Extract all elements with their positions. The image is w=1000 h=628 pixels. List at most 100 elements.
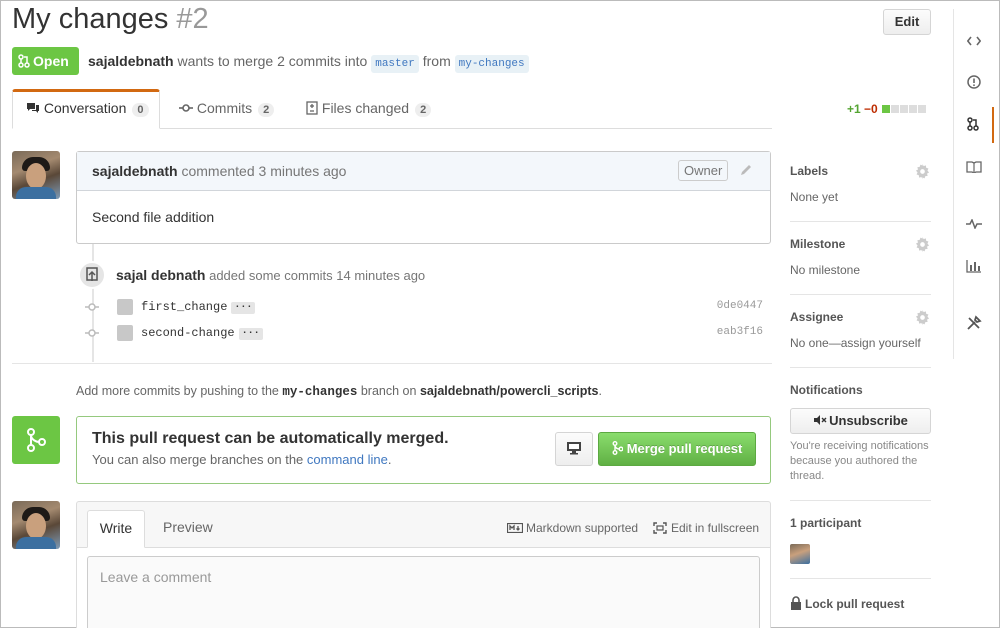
gear-icon[interactable] — [915, 237, 930, 252]
timeline-divider — [12, 363, 772, 364]
labels-value: None yet — [790, 190, 839, 204]
diffstat-block — [891, 105, 900, 113]
merge-pull-request-button[interactable]: Merge pull request — [598, 432, 756, 466]
diffstat: +1 −0 — [847, 102, 927, 116]
lock-pull-request-link[interactable]: Lock pull request — [790, 596, 904, 611]
unsubscribe-label: Unsubscribe — [829, 413, 908, 428]
code-icon — [966, 36, 982, 46]
pulse-icon — [966, 218, 982, 230]
author-link[interactable]: sajaldebnath — [88, 53, 174, 69]
nav-issues[interactable] — [954, 65, 994, 101]
new-comment-box: Write Preview Markdown supported Edit in… — [76, 501, 771, 628]
assignee-value[interactable]: No one—assign yourself — [790, 336, 921, 350]
event-author[interactable]: sajal debnath — [116, 267, 205, 283]
tab-preview[interactable]: Preview — [163, 519, 213, 535]
avatar[interactable] — [12, 501, 60, 549]
author-avatar[interactable] — [117, 299, 133, 315]
participant-avatar[interactable] — [790, 544, 810, 564]
pull-request-icon — [967, 117, 979, 131]
gear-icon[interactable] — [915, 164, 930, 179]
markdown-hint[interactable]: Markdown supported — [506, 521, 639, 535]
milestone-heading[interactable]: Milestone — [790, 237, 845, 251]
markdown-icon — [506, 522, 524, 534]
notifications-note: You're receiving notifications because y… — [790, 440, 929, 482]
event-text: added some commits 14 minutes ago — [209, 268, 426, 283]
comment-time[interactable]: commented 3 minutes ago — [181, 163, 346, 179]
diffstat-block — [882, 105, 891, 113]
comment-author[interactable]: sajaldebnath — [92, 163, 178, 179]
nav-settings[interactable] — [954, 305, 994, 341]
participants-heading: 1 participant — [790, 516, 862, 530]
nav-wiki[interactable] — [954, 151, 994, 187]
tab-commits[interactable]: Commits 2 — [179, 100, 275, 117]
nav-pull-requests[interactable] — [954, 107, 994, 143]
fullscreen-icon — [653, 522, 667, 534]
push-hint-suffix: . — [598, 384, 602, 398]
commit-message-text[interactable]: first_change — [141, 300, 227, 314]
tab-conversation-label: Conversation — [43, 100, 127, 116]
list-item: second-change ··· eab3f16 — [85, 325, 765, 345]
assignee-heading[interactable]: Assignee — [790, 310, 843, 324]
milestone-value: No milestone — [790, 263, 861, 277]
commit-sha[interactable]: 0de0447 — [717, 300, 763, 312]
comment-textarea[interactable]: Leave a comment — [87, 556, 760, 628]
tab-conversation-count: 0 — [132, 103, 149, 117]
commit-message-text[interactable]: second-change — [141, 326, 235, 340]
diffstat-block — [918, 105, 927, 113]
push-hint-middle: branch on — [360, 384, 417, 398]
pr-meta: sajaldebnath wants to merge 2 commits in… — [88, 53, 529, 73]
git-merge-icon — [12, 416, 60, 464]
open-desktop-button[interactable] — [555, 432, 593, 466]
tab-commits-count: 2 — [258, 103, 275, 117]
nav-code[interactable] — [954, 24, 994, 60]
merge-sub-prefix: You can also merge branches on the — [92, 452, 304, 467]
push-hint-branch: my-changes — [282, 385, 358, 399]
push-hint-repo[interactable]: sajaldebnath/powercli_scripts — [420, 384, 599, 398]
expand-ellipsis-button[interactable]: ··· — [238, 328, 263, 340]
device-desktop-icon — [567, 442, 581, 455]
avatar[interactable] — [12, 151, 60, 199]
comment-body: Second file addition — [92, 209, 215, 225]
nav-graphs[interactable] — [954, 249, 994, 285]
pencil-icon[interactable] — [739, 163, 753, 177]
unsubscribe-button[interactable]: Unsubscribe — [790, 408, 931, 434]
diffstat-additions: +1 — [847, 102, 861, 116]
expand-ellipsis-button[interactable]: ··· — [231, 302, 256, 314]
command-line-link[interactable]: command line — [307, 452, 388, 467]
commit-message[interactable]: second-change ··· — [141, 326, 263, 340]
author-avatar[interactable] — [117, 325, 133, 341]
fullscreen-toggle[interactable]: Edit in fullscreen — [653, 521, 759, 535]
comment-discussion-icon — [27, 103, 39, 113]
pr-title-text: My changes — [12, 3, 169, 35]
pr-number: #2 — [176, 3, 209, 35]
tab-files-changed[interactable]: Files changed 2 — [306, 100, 432, 117]
fullscreen-label: Edit in fullscreen — [671, 521, 760, 535]
repo-nav — [953, 9, 994, 359]
pr-title: My changes #2 — [12, 3, 209, 36]
from-text: from — [422, 53, 451, 69]
push-hint-prefix: Add more commits by pushing to the — [76, 384, 279, 398]
gear-icon[interactable] — [915, 310, 930, 325]
tab-write[interactable]: Write — [87, 510, 145, 548]
tab-files-count: 2 — [415, 103, 432, 117]
mute-icon — [814, 415, 827, 425]
labels-heading[interactable]: Labels — [790, 164, 828, 178]
comment-header: sajaldebnath commented 3 minutes ago Own… — [77, 152, 770, 191]
nav-pulse[interactable] — [954, 207, 994, 243]
merge-sub-suffix: . — [387, 452, 392, 467]
commit-message[interactable]: first_change ··· — [141, 300, 256, 314]
tab-conversation[interactable]: Conversation 0 — [26, 100, 149, 117]
merge-panel: This pull request can be automatically m… — [76, 416, 771, 484]
edit-button[interactable]: Edit — [883, 9, 931, 35]
base-branch: master — [371, 55, 419, 73]
sidebar-divider — [790, 578, 931, 579]
issue-opened-icon — [967, 75, 981, 89]
notifications-heading: Notifications — [790, 383, 863, 397]
commit-icon — [85, 329, 99, 337]
markdown-label: Markdown supported — [526, 521, 639, 535]
sidebar-divider — [790, 367, 931, 368]
owner-badge: Owner — [678, 160, 729, 181]
diffstat-block — [909, 105, 918, 113]
commit-sha[interactable]: eab3f16 — [717, 326, 763, 338]
merge-text: wants to merge 2 commits into — [177, 53, 368, 69]
